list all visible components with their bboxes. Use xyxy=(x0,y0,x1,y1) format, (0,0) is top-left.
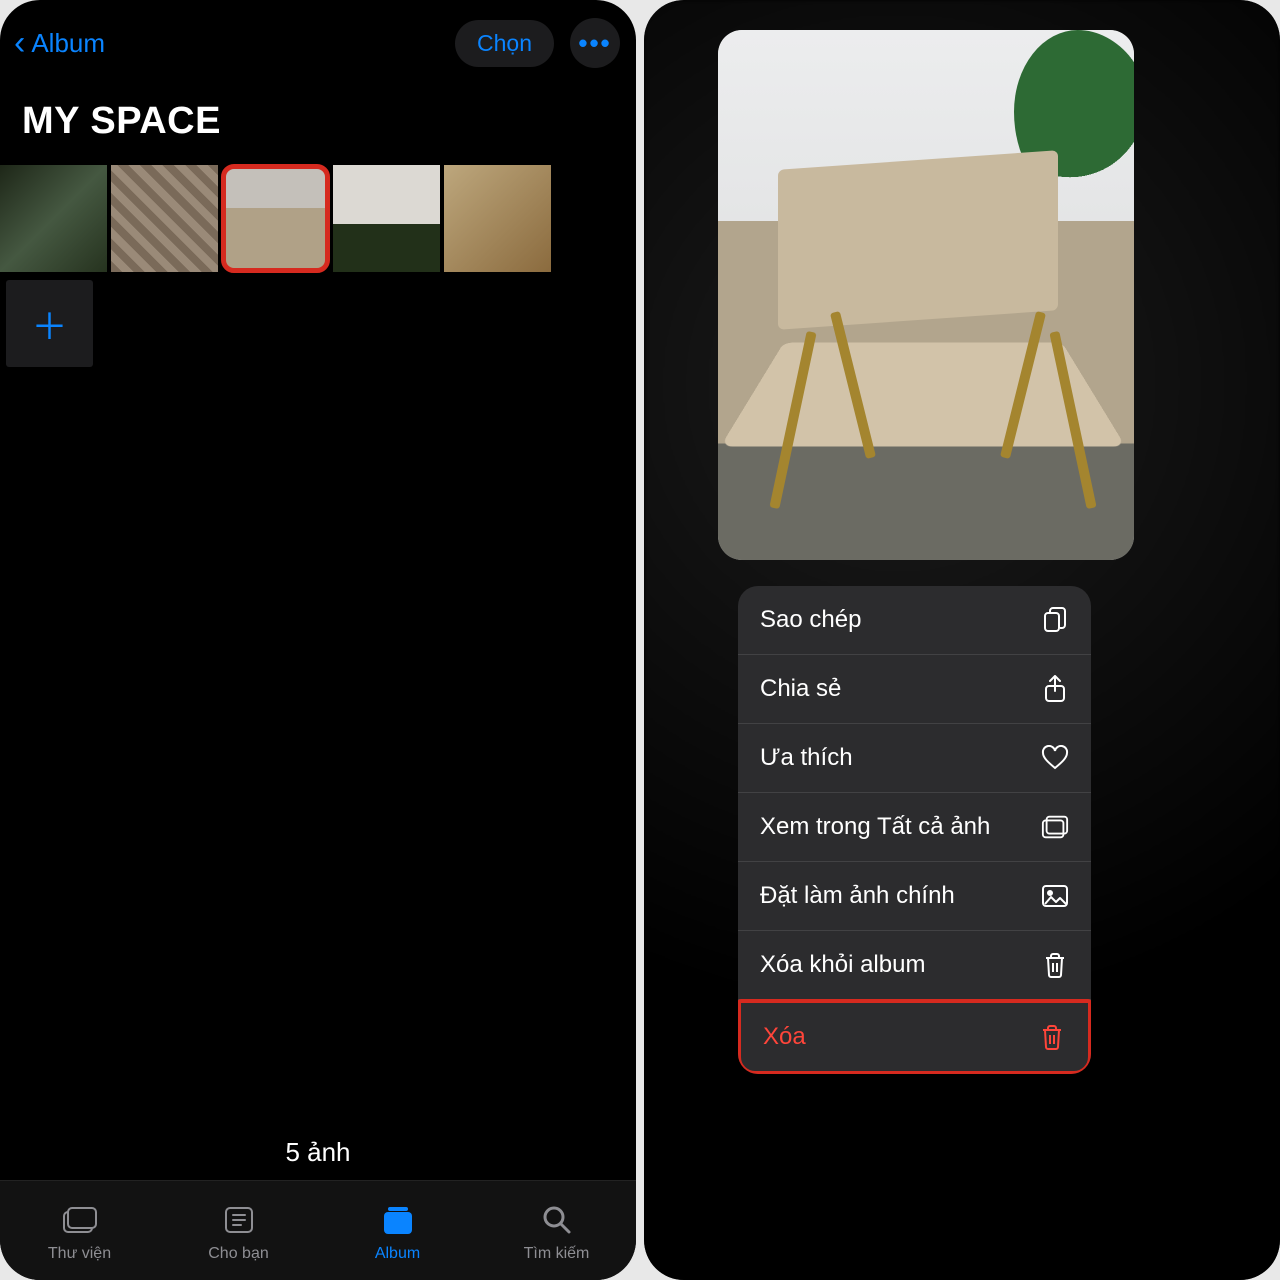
photo-thumb[interactable] xyxy=(333,165,440,272)
tab-label: Album xyxy=(375,1245,420,1263)
menu-label: Xóa xyxy=(763,1023,806,1051)
tab-for-you[interactable]: Cho bạn xyxy=(159,1181,318,1280)
menu-label: Xóa khỏi album xyxy=(760,951,925,979)
search-icon xyxy=(541,1199,573,1241)
copy-icon xyxy=(1041,606,1069,634)
menu-remove-from-album[interactable]: Xóa khỏi album xyxy=(738,931,1091,1000)
tab-label: Tìm kiếm xyxy=(524,1245,590,1263)
menu-show-in-all[interactable]: Xem trong Tất cả ảnh xyxy=(738,793,1091,862)
back-button[interactable]: Album xyxy=(31,28,105,59)
trash-icon xyxy=(1038,1023,1066,1051)
nav-bar: ‹ Album Chọn ••• xyxy=(0,0,636,80)
picture-icon xyxy=(1041,882,1069,910)
album-title: MY SPACE xyxy=(0,80,636,161)
photo-thumb-selected[interactable] xyxy=(222,165,329,272)
menu-share[interactable]: Chia sẻ xyxy=(738,655,1091,724)
album-icon xyxy=(380,1199,416,1241)
for-you-icon xyxy=(223,1199,255,1241)
more-button[interactable]: ••• xyxy=(570,18,620,68)
photo-thumb[interactable] xyxy=(0,165,107,272)
heart-icon xyxy=(1041,744,1069,772)
add-photo-button[interactable]: ＋ xyxy=(6,280,93,367)
tab-bar: Thư viện Cho bạn Album Tìm kiếm xyxy=(0,1180,636,1280)
thumbnail-row xyxy=(0,165,636,272)
photo-preview[interactable] xyxy=(718,30,1134,560)
chevron-left-icon[interactable]: ‹ xyxy=(14,26,25,60)
trash-icon xyxy=(1041,951,1069,979)
photo-thumb[interactable] xyxy=(111,165,218,272)
ellipsis-icon: ••• xyxy=(578,28,611,59)
gallery-icon xyxy=(1041,813,1069,841)
context-menu: Sao chép Chia sẻ Ưa thích Xem trong Tất … xyxy=(738,586,1091,1074)
tab-search[interactable]: Tìm kiếm xyxy=(477,1181,636,1280)
menu-copy[interactable]: Sao chép xyxy=(738,586,1091,655)
tab-label: Thư viện xyxy=(48,1245,111,1263)
context-menu-pane: Sao chép Chia sẻ Ưa thích Xem trong Tất … xyxy=(644,0,1280,1280)
menu-label: Chia sẻ xyxy=(760,675,841,703)
menu-delete[interactable]: Xóa xyxy=(738,999,1091,1074)
menu-label: Xem trong Tất cả ảnh xyxy=(760,813,990,841)
choose-button[interactable]: Chọn xyxy=(455,20,554,67)
photo-count: 5 ảnh xyxy=(0,1137,636,1168)
menu-label: Đặt làm ảnh chính xyxy=(760,882,955,910)
album-pane: ‹ Album Chọn ••• MY SPACE ＋ 5 ảnh Thư vi… xyxy=(0,0,636,1280)
photo-thumb[interactable] xyxy=(444,165,551,272)
tab-library[interactable]: Thư viện xyxy=(0,1181,159,1280)
tab-label: Cho bạn xyxy=(208,1245,269,1263)
plus-icon: ＋ xyxy=(31,298,67,350)
share-icon xyxy=(1041,675,1069,703)
menu-label: Sao chép xyxy=(760,606,861,634)
menu-label: Ưa thích xyxy=(760,744,853,772)
tab-album[interactable]: Album xyxy=(318,1181,477,1280)
menu-set-key-photo[interactable]: Đặt làm ảnh chính xyxy=(738,862,1091,931)
menu-favorite[interactable]: Ưa thích xyxy=(738,724,1091,793)
library-icon xyxy=(62,1199,98,1241)
